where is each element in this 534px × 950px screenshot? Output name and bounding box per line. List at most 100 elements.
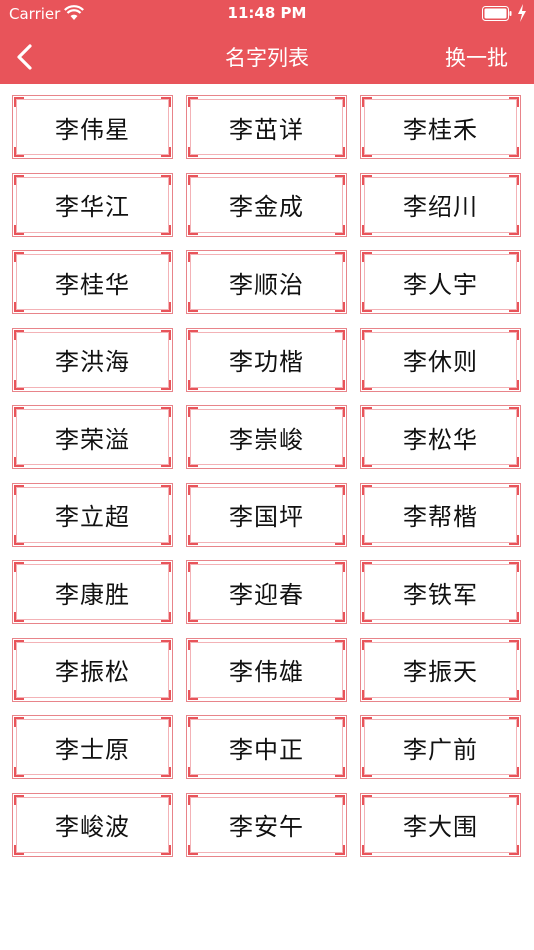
name-text: 李崇峻 <box>229 425 304 454</box>
card-corner-ornament <box>161 329 171 340</box>
card-corner-ornament <box>188 639 198 650</box>
name-text: 李荣溢 <box>55 425 130 454</box>
card-corner-ornament <box>161 302 171 312</box>
name-card[interactable]: 李立超 <box>12 482 173 547</box>
card-corner-ornament <box>14 302 24 312</box>
name-card[interactable]: 李峻波 <box>12 792 173 857</box>
name-card[interactable]: 李康胜 <box>12 560 173 624</box>
name-card[interactable]: 李顺治 <box>186 250 347 314</box>
name-text: 李中正 <box>229 735 304 764</box>
card-corner-ornament <box>362 562 372 572</box>
name-text: 李帮楷 <box>403 503 478 531</box>
name-text: 李休则 <box>403 348 478 376</box>
card-corner-ornament <box>362 329 372 340</box>
card-corner-ornament <box>335 147 345 157</box>
card-corner-ornament <box>335 174 345 185</box>
name-card[interactable]: 李士原 <box>12 715 173 779</box>
name-card[interactable]: 李国坪 <box>186 482 347 547</box>
card-corner-ornament <box>509 562 519 572</box>
name-card[interactable]: 李人宇 <box>360 250 521 314</box>
card-corner-ornament <box>362 457 372 467</box>
card-corner-ornament <box>335 484 345 495</box>
card-corner-ornament <box>362 302 372 312</box>
name-card[interactable]: 李洪海 <box>12 327 173 392</box>
name-card[interactable]: 李伟星 <box>12 95 173 159</box>
card-corner-ornament <box>188 407 198 417</box>
card-corner-ornament <box>161 612 171 622</box>
card-corner-ornament <box>188 174 198 185</box>
name-card[interactable]: 李茁详 <box>186 95 347 159</box>
name-text: 李功楷 <box>229 348 304 376</box>
name-card[interactable]: 李帮楷 <box>360 482 521 547</box>
name-card[interactable]: 李金成 <box>186 172 347 237</box>
name-text: 李迎春 <box>229 580 304 609</box>
card-corner-ornament <box>509 224 519 235</box>
refresh-batch-button[interactable]: 换一批 <box>445 42 508 72</box>
name-card[interactable]: 李桂华 <box>12 250 173 314</box>
name-text: 李茁详 <box>229 115 304 144</box>
name-text: 李金成 <box>229 193 304 221</box>
card-corner-ornament <box>161 767 171 777</box>
name-card[interactable]: 李功楷 <box>186 327 347 392</box>
card-corner-ornament <box>161 147 171 157</box>
nav-bar: 名字列表 换一批 <box>0 28 534 84</box>
card-corner-ornament <box>509 844 519 855</box>
name-card[interactable]: 李桂禾 <box>360 95 521 159</box>
card-corner-ornament <box>161 457 171 467</box>
card-corner-ornament <box>188 379 198 390</box>
name-card[interactable]: 李中正 <box>186 715 347 779</box>
name-text: 李振天 <box>403 658 478 686</box>
name-card[interactable]: 李伟雄 <box>186 637 347 702</box>
card-corner-ornament <box>188 562 198 572</box>
name-card[interactable]: 李振松 <box>12 637 173 702</box>
name-card[interactable]: 李铁军 <box>360 560 521 624</box>
name-text: 李立超 <box>55 503 130 531</box>
card-corner-ornament <box>509 147 519 157</box>
card-corner-ornament <box>509 407 519 417</box>
name-card[interactable]: 李广前 <box>360 715 521 779</box>
card-corner-ornament <box>335 252 345 262</box>
card-corner-ornament <box>14 224 24 235</box>
card-corner-ornament <box>14 147 24 157</box>
card-corner-ornament <box>362 97 372 107</box>
charging-bolt-icon <box>518 4 526 22</box>
card-corner-ornament <box>188 252 198 262</box>
name-card[interactable]: 李振天 <box>360 637 521 702</box>
card-corner-ornament <box>509 457 519 467</box>
card-corner-ornament <box>362 689 372 700</box>
name-text: 李康胜 <box>55 580 130 609</box>
name-text: 李大围 <box>403 813 478 841</box>
name-card[interactable]: 李崇峻 <box>186 405 347 469</box>
name-text: 李松华 <box>403 425 478 454</box>
name-text: 李国坪 <box>229 503 304 531</box>
card-corner-ornament <box>14 174 24 185</box>
name-text: 李洪海 <box>55 348 130 376</box>
card-corner-ornament <box>335 794 345 805</box>
name-card[interactable]: 李休则 <box>360 327 521 392</box>
name-card[interactable]: 李大围 <box>360 792 521 857</box>
name-card[interactable]: 李安午 <box>186 792 347 857</box>
card-corner-ornament <box>362 174 372 185</box>
name-card[interactable]: 李迎春 <box>186 560 347 624</box>
card-corner-ornament <box>362 639 372 650</box>
name-card[interactable]: 李华江 <box>12 172 173 237</box>
card-corner-ornament <box>14 767 24 777</box>
card-corner-ornament <box>14 612 24 622</box>
card-corner-ornament <box>14 639 24 650</box>
name-card[interactable]: 李绍川 <box>360 172 521 237</box>
card-corner-ornament <box>362 612 372 622</box>
name-text: 李人宇 <box>403 270 478 299</box>
card-corner-ornament <box>335 717 345 727</box>
name-card[interactable]: 李荣溢 <box>12 405 173 469</box>
card-corner-ornament <box>161 224 171 235</box>
name-text: 李顺治 <box>229 270 304 299</box>
card-corner-ornament <box>188 534 198 545</box>
card-corner-ornament <box>14 252 24 262</box>
card-corner-ornament <box>161 794 171 805</box>
card-corner-ornament <box>188 302 198 312</box>
card-corner-ornament <box>362 767 372 777</box>
name-card[interactable]: 李松华 <box>360 405 521 469</box>
card-corner-ornament <box>362 794 372 805</box>
card-corner-ornament <box>14 717 24 727</box>
card-corner-ornament <box>188 97 198 107</box>
